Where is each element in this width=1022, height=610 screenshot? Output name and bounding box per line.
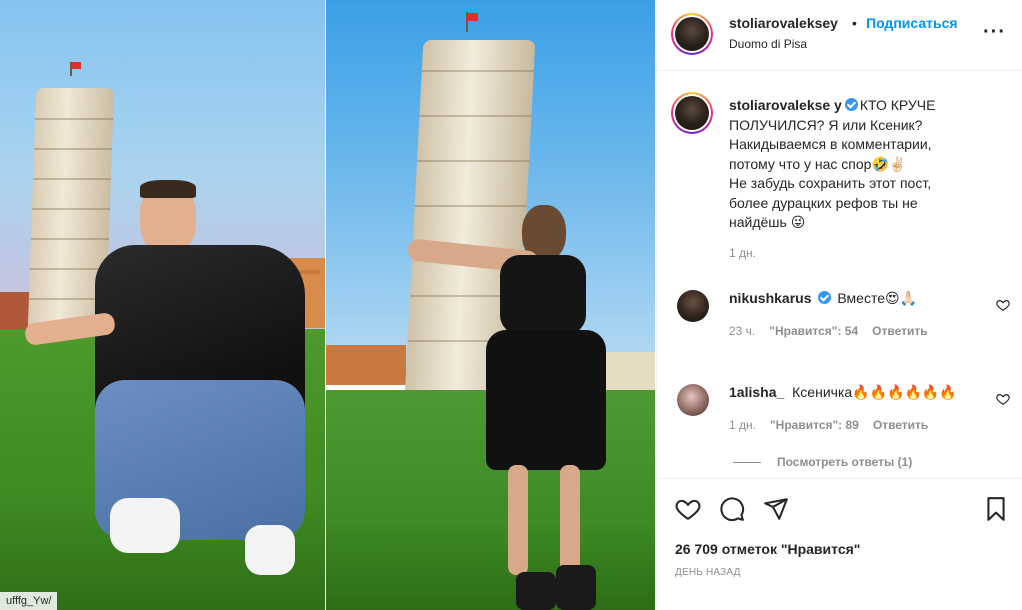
comment-username[interactable]: 1alisha_: [729, 384, 784, 400]
comment-time[interactable]: 23 ч.: [729, 324, 755, 338]
comment-like-heart-icon[interactable]: [996, 392, 1010, 406]
author-username[interactable]: stoliaroval​ekse​y: [729, 15, 838, 31]
photo-woman-with-tower: [326, 0, 655, 610]
caption-line: Накидываемся в комментарии,: [729, 136, 932, 152]
post-actions-bar: 26 709 отметок "Нравится" ДЕНЬ НАЗАД: [657, 478, 1022, 610]
post-location[interactable]: Duomo di Pisa: [729, 37, 807, 51]
save-bookmark-icon[interactable]: [983, 496, 1009, 522]
black-top: [500, 255, 586, 335]
sneaker-left: [110, 498, 180, 553]
comment-meta: 1 дн. "Нравится": 89 Ответить: [729, 418, 928, 432]
caption-line: более дурацких рефов ты не: [729, 194, 918, 211]
comment-item: 1alisha_ Ксеничка🔥🔥🔥🔥🔥🔥: [729, 384, 979, 401]
commenter-avatar[interactable]: [677, 290, 709, 322]
view-replies-button[interactable]: Посмотреть ответы (1): [733, 455, 912, 469]
post-side-panel: stoliaroval​ekse​y • Подписаться Duomo d…: [656, 0, 1022, 610]
caption-username[interactable]: stoliarovalekse y: [729, 97, 842, 113]
post-caption: stoliarovalekse y КТО КРУЧЕ ПОЛУЧИЛСЯ? Я …: [729, 96, 999, 233]
follow-button[interactable]: Подписаться: [866, 15, 958, 31]
comment-time[interactable]: 1 дн.: [729, 418, 756, 432]
comment-likes[interactable]: "Нравится": 89: [770, 418, 859, 432]
caption-line: Не забудь сохранить этот пост,: [729, 175, 932, 191]
boot-right: [556, 565, 596, 610]
comment-username[interactable]: nikushkarus: [729, 290, 811, 306]
flag-icon: [72, 62, 81, 69]
view-replies-label: Посмотреть ответы (1): [777, 455, 913, 469]
verified-badge-icon: [818, 291, 832, 304]
caption-author-avatar[interactable]: [671, 92, 713, 134]
caption-line: потому что у нас спор🤣✌🏻: [729, 155, 907, 172]
comment-like-heart-icon[interactable]: [996, 298, 1010, 312]
comment-bubble-icon[interactable]: [719, 496, 745, 522]
black-skirt: [486, 330, 606, 470]
more-options-icon[interactable]: ···: [983, 21, 1006, 44]
author-avatar[interactable]: [671, 13, 713, 55]
photo-man-with-tower: ufffg_Yw/: [0, 0, 325, 610]
comment-meta: 23 ч. "Нравится": 54 Ответить: [729, 324, 928, 338]
reply-button[interactable]: Ответить: [873, 418, 928, 432]
likes-count[interactable]: 26 709 отметок "Нравится": [675, 541, 860, 557]
comment-item: nikushkarus Вместе😍🙏🏻: [729, 290, 979, 307]
caption-line: КТО КРУЧЕ: [859, 97, 936, 113]
sneaker-right: [245, 525, 295, 575]
comment-likes[interactable]: "Нравится": 54: [769, 324, 858, 338]
boot-left: [516, 572, 556, 610]
caption-time[interactable]: 1 дн.: [729, 246, 756, 260]
comment-text: Вместе😍🙏🏻: [837, 290, 918, 306]
caption-line: найдёшь 😜: [729, 214, 806, 230]
caption-line: ПОЛУЧИЛСЯ? Я или Ксеник?: [729, 116, 923, 133]
reply-button[interactable]: Ответить: [872, 324, 927, 338]
separator-dot: •: [852, 15, 857, 31]
post-media[interactable]: ufffg_Yw/: [0, 0, 655, 610]
commenter-avatar[interactable]: [677, 384, 709, 416]
watermark: ufffg_Yw/: [0, 592, 58, 610]
comment-text: Ксеничка🔥🔥🔥🔥🔥🔥: [792, 384, 957, 400]
share-send-icon[interactable]: [763, 496, 789, 522]
post-time-ago[interactable]: ДЕНЬ НАЗАД: [675, 567, 741, 578]
post-header: stoliaroval​ekse​y • Подписаться Duomo d…: [657, 0, 1022, 71]
like-heart-icon[interactable]: [675, 496, 701, 522]
verified-badge-icon: [844, 98, 858, 111]
flag-icon: [468, 13, 478, 21]
